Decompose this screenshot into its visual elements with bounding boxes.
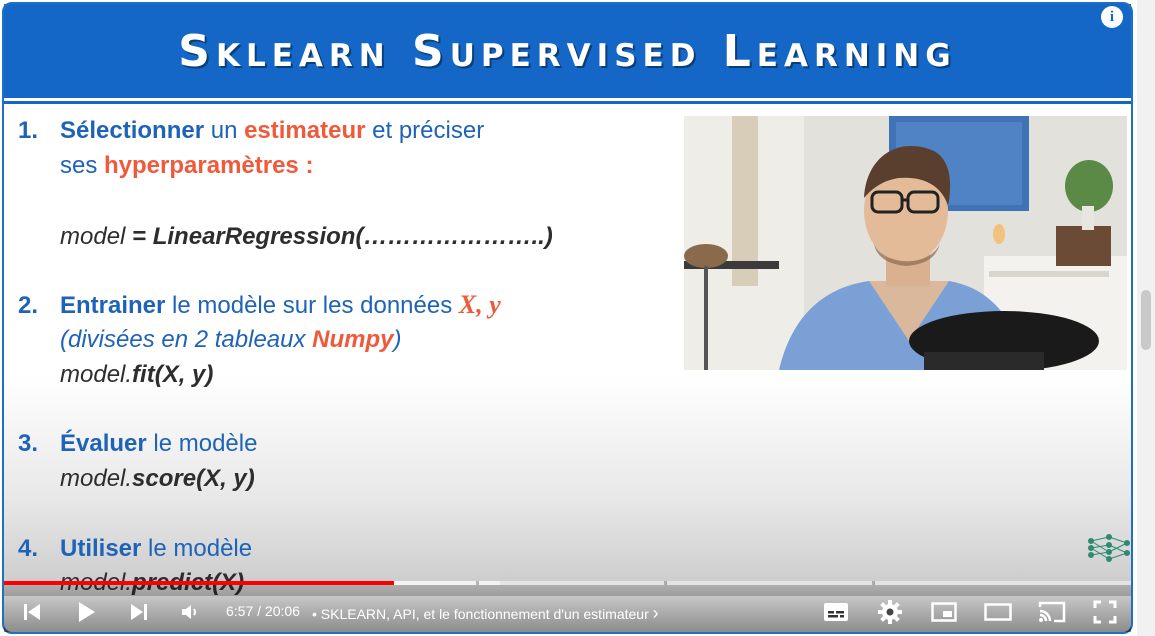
step-3-code: model.score(X, y) xyxy=(60,462,255,496)
step-2-code-b: fit(X, y) xyxy=(132,361,214,388)
previous-icon[interactable] xyxy=(18,597,46,627)
scrollbar-thumb[interactable] xyxy=(1141,290,1151,350)
step-2-text: le modèle sur les données xyxy=(165,292,459,319)
step-4-line-1: 4. Utiliser le modèle xyxy=(18,532,252,566)
step-1-keyword: Sélectionner xyxy=(60,117,205,144)
step-1-text-b: et préciser xyxy=(365,117,485,144)
step-2-xy: X, y xyxy=(458,290,501,319)
step-2-keyword: Entrainer xyxy=(60,292,166,319)
step-2-divided: divisées en 2 tableaux xyxy=(68,326,313,353)
step-2-paren-close: ) xyxy=(393,326,402,353)
chapter-title[interactable]: • SKLEARN, API, et le fonctionnement d'u… xyxy=(312,603,659,624)
step-2-code: model.fit(X, y) xyxy=(60,358,213,392)
chapter-marker xyxy=(476,581,479,585)
step-1-hyperparams: hyperparamètres : xyxy=(104,152,314,179)
time-current: 6:57 xyxy=(226,603,254,619)
step-2-paren-open: ( xyxy=(60,326,68,353)
step-1-line-1: 1. Sélectionner un estimateur et préciser xyxy=(18,114,484,148)
step-1-line-2-a: ses xyxy=(60,152,105,179)
miniplayer-icon[interactable] xyxy=(930,597,958,627)
info-icon[interactable]: i xyxy=(1101,6,1123,28)
step-3-code-b: score(X, y) xyxy=(132,465,255,492)
volume-icon[interactable] xyxy=(176,597,204,627)
step-4-text: le modèle xyxy=(141,535,253,562)
chapter-marker xyxy=(872,581,875,585)
step-1-text-a: un xyxy=(204,117,245,144)
time-total: 20:06 xyxy=(264,603,300,619)
step-4-keyword: Utiliser xyxy=(60,535,142,562)
step-1-line-2: ses hyperparamètres : xyxy=(60,149,313,183)
step-1-number: 1. xyxy=(18,117,39,144)
settings-icon[interactable] xyxy=(876,597,904,627)
chapter-marker xyxy=(664,581,667,585)
step-1-code: model = LinearRegression(…………………..) xyxy=(60,220,553,254)
theater-icon[interactable] xyxy=(983,597,1013,627)
step-3-code-a: model. xyxy=(60,465,133,492)
time-separator: / xyxy=(253,603,265,619)
subtitles-icon[interactable] xyxy=(822,597,850,627)
step-3-text: le modèle xyxy=(146,430,258,457)
step-2-line-2: (divisées en 2 tableaux Numpy) xyxy=(60,323,402,357)
step-3-number: 3. xyxy=(18,430,39,457)
presenter-image xyxy=(684,116,1127,370)
chevron-right-icon: › xyxy=(652,603,659,623)
cast-icon[interactable] xyxy=(1037,597,1067,627)
chapter-title-text: SKLEARN, API, et le fonctionnement d'un … xyxy=(320,606,649,622)
step-3-keyword: Évaluer xyxy=(60,430,147,457)
play-icon[interactable] xyxy=(72,597,100,627)
step-2-numpy: Numpy xyxy=(312,326,394,353)
step-1-code-a: model xyxy=(60,223,133,250)
progress-bar[interactable] xyxy=(4,581,1131,585)
chapter-bullet: • xyxy=(312,606,317,622)
time-display: 6:57 / 20:06 xyxy=(226,603,300,619)
step-4-number: 4. xyxy=(18,535,39,562)
step-1-code-b: = LinearRegression(…………………..) xyxy=(132,223,553,250)
video-frame[interactable]: Sklearn Supervised Learning 1. Sélectionn… xyxy=(0,0,1137,636)
fullscreen-icon[interactable] xyxy=(1091,597,1119,627)
page-scrollbar[interactable] xyxy=(1137,0,1155,636)
network-logo-icon xyxy=(1088,534,1130,562)
step-2-code-a: model. xyxy=(60,361,133,388)
step-1-estimator: estimateur xyxy=(244,117,366,144)
presenter-webcam xyxy=(684,116,1127,370)
next-icon[interactable] xyxy=(125,597,153,627)
step-2-line-1: 2. Entrainer le modèle sur les données X,… xyxy=(18,288,501,323)
step-3-line-1: 3. Évaluer le modèle xyxy=(18,427,257,461)
step-2-number: 2. xyxy=(18,292,39,319)
progress-played xyxy=(4,581,394,585)
